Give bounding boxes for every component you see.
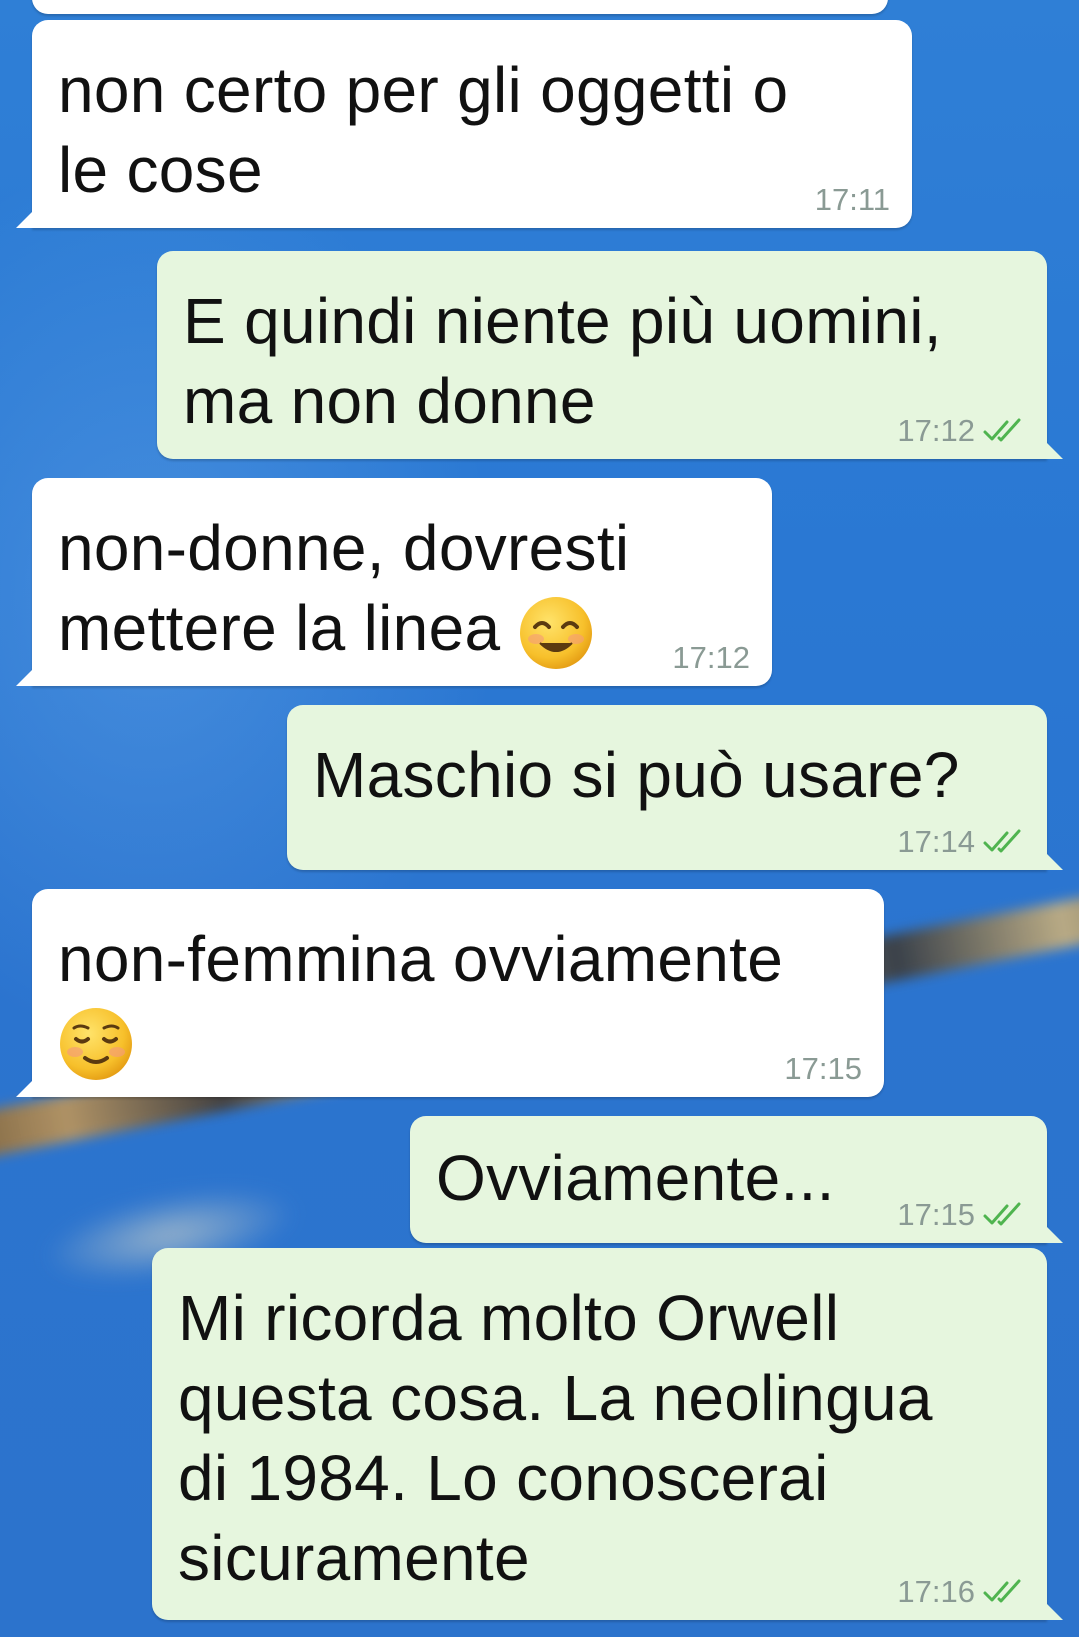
read-receipt-icon [983, 1202, 1021, 1226]
message-list[interactable]: non certo per gli oggetti o le cose 17:1… [0, 0, 1079, 1637]
message-text: Ovviamente... [436, 1142, 835, 1214]
incoming-message[interactable]: non-donne, dovresti mettere la linea 17:… [16, 478, 772, 686]
message-time: 17:11 [814, 182, 890, 217]
message-time: 17:16 [897, 1574, 975, 1609]
outgoing-message[interactable]: Mi ricorda molto Orwell questa cosa. La … [152, 1248, 1063, 1620]
message-text: Maschio si può usare? [313, 739, 960, 811]
message-meta: 17:12 [897, 413, 1025, 449]
message-time: 17:15 [784, 1051, 862, 1086]
message-meta: 17:11 [815, 182, 890, 218]
message-text: non certo per gli oggetti o le cose [58, 54, 789, 206]
read-receipt-icon [983, 418, 1021, 442]
smiling-face-icon [60, 1008, 132, 1081]
message-meta: 17:16 [897, 1574, 1025, 1610]
smiling-face-with-smiling-eyes-icon [520, 597, 593, 670]
message-meta: 17:14 [897, 824, 1025, 860]
incoming-message[interactable]: non certo per gli oggetti o le cose 17:1… [16, 20, 912, 228]
message-text: non-femmina ovviamente [58, 919, 783, 1082]
message-time: 17:12 [672, 640, 750, 675]
message-time: 17:14 [897, 824, 975, 859]
message-meta: 17:12 [672, 640, 750, 676]
message-text: E quindi niente più uomini, ma non donne [183, 285, 942, 437]
message-time: 17:15 [897, 1197, 975, 1232]
read-receipt-icon [983, 829, 1021, 853]
incoming-message[interactable]: non-femmina ovviamente 17:15 [16, 889, 884, 1097]
previous-message-bubble-edge [32, 0, 888, 14]
message-text: Mi ricorda molto Orwell questa cosa. La … [178, 1282, 933, 1594]
read-receipt-icon [983, 1579, 1021, 1603]
message-meta: 17:15 [784, 1051, 862, 1087]
outgoing-message[interactable]: Maschio si può usare? 17:14 [287, 705, 1063, 870]
outgoing-message[interactable]: E quindi niente più uomini, ma non donne… [157, 251, 1063, 459]
outgoing-message[interactable]: Ovviamente... 17:15 [410, 1116, 1063, 1243]
message-meta: 17:15 [897, 1197, 1025, 1233]
message-time: 17:12 [897, 413, 975, 448]
message-text: non-donne, dovresti mettere la linea [58, 508, 629, 671]
